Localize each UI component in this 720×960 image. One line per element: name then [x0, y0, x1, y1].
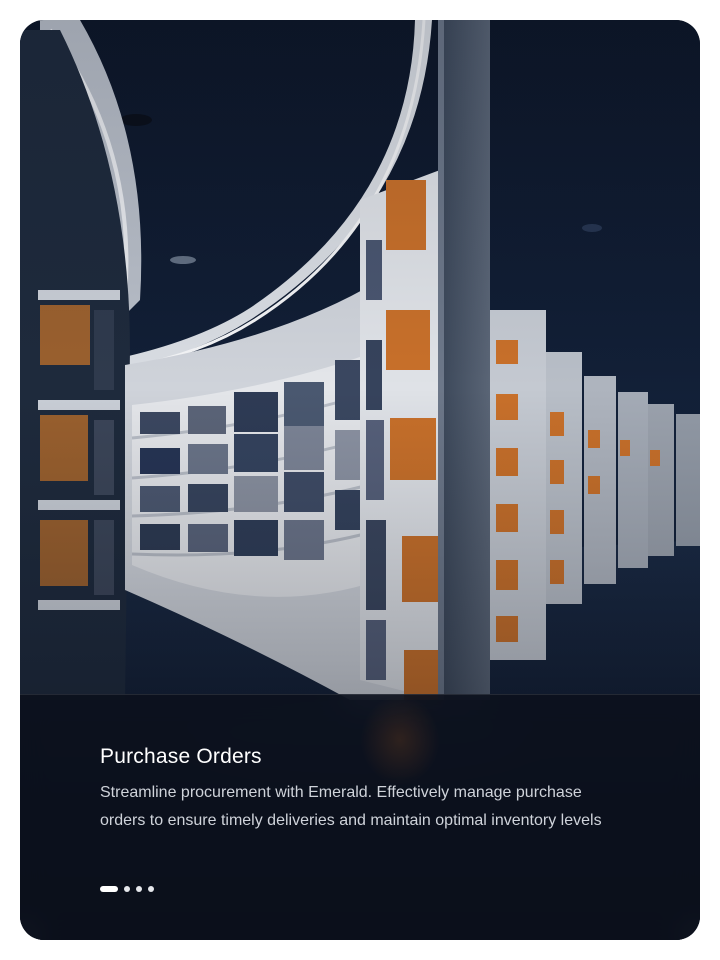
slide-description: Streamline procurement with Emerald. Eff… [100, 784, 602, 829]
slide-title: Purchase Orders [100, 745, 262, 768]
pagination-dot-1[interactable] [100, 886, 118, 892]
pagination-dot-2[interactable] [124, 886, 130, 892]
pagination-dot-3[interactable] [136, 886, 142, 892]
onboarding-card: Purchase Orders Streamline procurement w… [20, 20, 700, 940]
slide-info-panel: Purchase Orders Streamline procurement w… [20, 694, 700, 940]
pagination-dot-4[interactable] [148, 886, 154, 892]
slide-pagination [100, 885, 154, 893]
panel-glow [360, 695, 440, 785]
